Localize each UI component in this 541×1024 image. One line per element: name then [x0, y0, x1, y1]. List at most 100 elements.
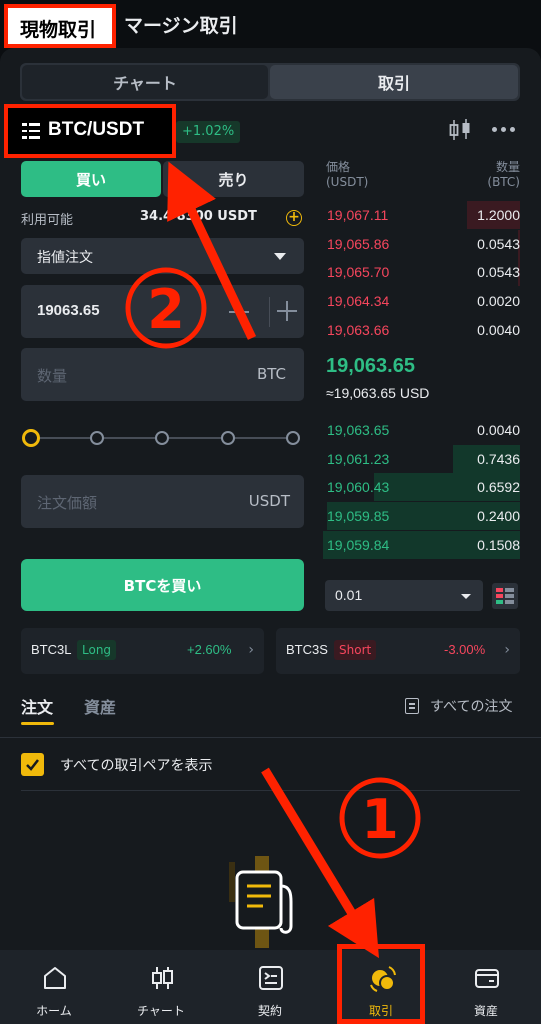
show-all-pairs-checkbox[interactable] — [21, 753, 44, 776]
chevron-down-icon — [274, 253, 286, 260]
tab-spot-label: 現物取引 — [20, 19, 97, 41]
ask-row[interactable]: 19,064.34 0.0020 — [321, 287, 520, 315]
tab-margin-trading[interactable]: マージン取引 — [124, 11, 238, 38]
token-change: +2.60% — [187, 642, 232, 657]
order-quantity: 0.0040 — [477, 321, 520, 338]
order-price: 19,063.65 — [327, 422, 390, 438]
price-value: 19063.65 — [37, 302, 100, 319]
order-price: 19,067.11 — [327, 207, 389, 223]
order-price: 19,061.23 — [327, 450, 390, 467]
order-type-value: 指値注文 — [37, 250, 93, 266]
tab-spot-trading[interactable]: 現物取引 — [4, 4, 116, 48]
slider-step[interactable] — [286, 431, 300, 445]
orderbook-qty-header: 数量 (BTC) — [487, 160, 520, 189]
buy-tab[interactable]: 買い — [21, 161, 161, 197]
chevron-right-icon: › — [248, 642, 254, 658]
price-change-badge: +1.02% — [176, 121, 241, 143]
bid-row[interactable]: 19,059.85 0.2400 — [321, 502, 520, 531]
price-increment-button[interactable] — [271, 285, 304, 338]
last-price-fiat: ≈19,063.65 USD — [326, 385, 430, 401]
tab-open-orders[interactable]: 注文 — [21, 694, 53, 718]
nav-futures[interactable]: 契約 — [220, 950, 320, 1024]
order-price: 19,059.84 — [327, 536, 390, 553]
amount-slider[interactable] — [21, 426, 304, 450]
quantity-placeholder: 数量 — [37, 367, 68, 385]
tab-trade[interactable]: 取引 — [270, 65, 518, 99]
orderbook-price-header: 価格 (USDT) — [326, 160, 369, 189]
nav-assets[interactable]: 資産 — [436, 950, 536, 1024]
available-balance: 34.4 8300 USDT — [140, 209, 257, 224]
slider-step[interactable] — [22, 429, 40, 447]
bid-row[interactable]: 19,061.23 0.7436 — [321, 444, 520, 473]
orderbook-layout-icon[interactable] — [492, 583, 518, 609]
wallet-icon — [475, 969, 499, 988]
precision-value: 0.01 — [335, 587, 363, 603]
leveraged-token-short[interactable]: BTC3S Short -3.00% › — [276, 628, 520, 674]
active-tab-indicator — [21, 722, 54, 725]
order-quantity: 0.0040 — [477, 422, 520, 438]
nav-home[interactable]: ホーム — [4, 950, 104, 1024]
ask-row[interactable]: 19,065.86 0.0543 — [321, 229, 520, 258]
order-quantity: 0.0543 — [477, 264, 520, 281]
pair-selector[interactable]: BTC/USDT — [4, 104, 176, 158]
nav-label: ホーム — [36, 1004, 72, 1018]
bid-row[interactable]: 19,060.43 0.6592 — [321, 473, 520, 502]
order-quantity: 0.7436 — [477, 450, 520, 467]
quantity-input[interactable]: 数量 BTC — [21, 348, 304, 401]
bid-row[interactable]: 19,063.65 0.0040 — [321, 416, 520, 444]
order-value-placeholder: 注文価額 — [37, 494, 98, 512]
order-price: 19,059.85 — [327, 508, 390, 525]
add-funds-icon[interactable]: + — [286, 210, 302, 226]
nav-label: チャート — [137, 1004, 185, 1018]
long-tag: Long — [77, 640, 117, 660]
quantity-unit: BTC — [256, 365, 286, 383]
candlestick-chart-icon[interactable] — [448, 117, 474, 143]
checkmark-icon — [26, 759, 39, 771]
slider-step[interactable] — [155, 431, 169, 445]
leveraged-token-long[interactable]: BTC3L Long +2.60% › — [21, 628, 264, 674]
orderbook-precision-select[interactable]: 0.01 — [325, 580, 483, 611]
all-orders-link[interactable]: すべての注文 — [430, 696, 512, 716]
chevron-down-icon — [461, 594, 471, 599]
more-options-icon[interactable] — [491, 126, 517, 134]
order-price: 19,065.86 — [327, 235, 390, 252]
home-icon — [44, 967, 66, 989]
order-quantity: 0.2400 — [477, 508, 520, 525]
order-value-input[interactable]: 注文価額 USDT — [21, 475, 304, 528]
pair-symbol: BTC/USDT — [48, 119, 145, 140]
tab-assets[interactable]: 資産 — [84, 694, 116, 718]
order-quantity: 0.6592 — [477, 479, 520, 496]
last-price: 19,063.65 — [326, 355, 415, 377]
price-decrement-button[interactable] — [211, 285, 267, 338]
buy-btc-button[interactable]: BTCを買い — [21, 559, 304, 611]
order-type-select[interactable]: 指値注文 — [21, 238, 304, 274]
order-quantity: 0.1508 — [477, 536, 520, 553]
available-label: 利用可能 — [21, 213, 74, 228]
futures-icon — [259, 966, 283, 990]
nav-label: 契約 — [257, 1004, 282, 1018]
trade-nav-highlight — [337, 944, 425, 1024]
order-price: 19,064.34 — [327, 293, 390, 310]
slider-step[interactable] — [89, 431, 104, 445]
nav-chart[interactable]: チャート — [111, 950, 211, 1024]
short-tag: Short — [334, 640, 377, 660]
tab-chart[interactable]: チャート — [22, 65, 268, 99]
order-value-unit: USDT — [248, 492, 290, 510]
show-all-pairs-label: すべての取引ペアを表示 — [60, 758, 213, 774]
token-name: BTC3L — [31, 642, 72, 657]
sell-tab[interactable]: 売り — [163, 161, 304, 197]
empty-orders-icon — [229, 856, 293, 948]
ask-row[interactable]: 19,067.11 1.2000 — [321, 201, 520, 229]
price-input[interactable]: 19063.65 — [21, 285, 304, 338]
ask-row[interactable]: 19,065.70 0.0543 — [321, 258, 520, 287]
order-quantity: 0.0543 — [477, 235, 520, 252]
bid-row[interactable]: 19,059.84 0.1508 — [321, 530, 520, 559]
candlestick-icon — [152, 967, 173, 989]
ask-row[interactable]: 19,063.66 0.0040 — [321, 316, 520, 344]
slider-step[interactable] — [220, 431, 235, 445]
divider — [0, 737, 541, 738]
order-price: 19,063.66 — [327, 321, 390, 338]
pair-menu-icon — [22, 123, 40, 139]
nav-label: 資産 — [473, 1004, 498, 1018]
divider — [21, 790, 520, 791]
